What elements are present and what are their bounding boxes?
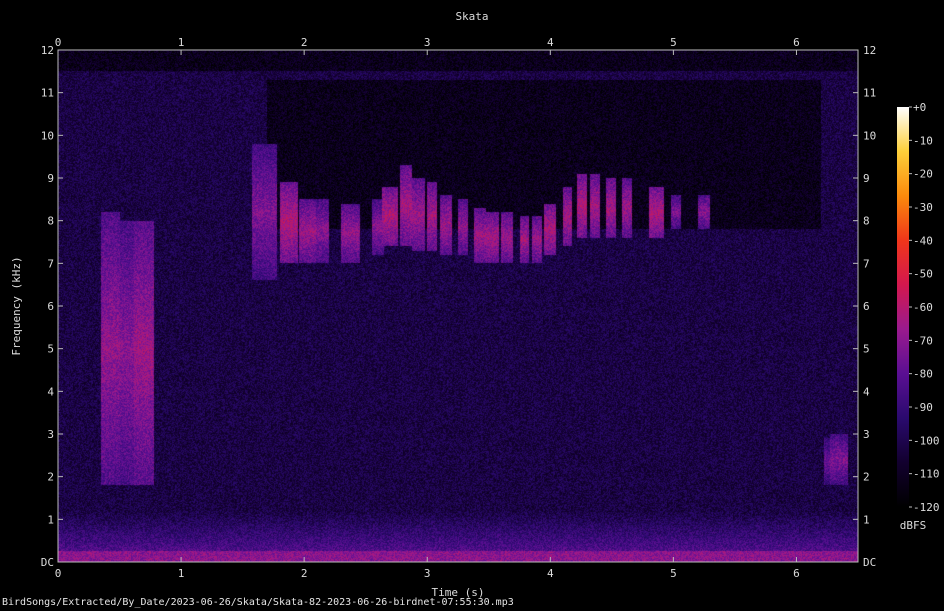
y-left-tick-label: 3 xyxy=(47,428,54,441)
y-right-tick-label: 4 xyxy=(863,385,870,398)
colorbar-tick-label: -30 xyxy=(913,201,933,214)
x-top-tick-label: 1 xyxy=(178,36,185,49)
file-path-caption: BirdSongs/Extracted/By_Date/2023-06-26/S… xyxy=(2,597,514,608)
y-right-tick-label: 8 xyxy=(863,215,870,228)
colorbar-tick-label: -60 xyxy=(913,301,933,314)
colorbar-tick-label: -100 xyxy=(913,434,940,447)
colorbar-tick-label: -120 xyxy=(913,501,940,514)
x-bottom-tick-label: 3 xyxy=(424,567,431,580)
y-left-tick-label: 5 xyxy=(47,343,54,356)
x-bottom-tick-label: 6 xyxy=(793,567,800,580)
colorbar-tick-label: -40 xyxy=(913,234,933,247)
colorbar-gradient xyxy=(897,107,909,507)
spectrogram-chart: Skata 0123456 0123456 DC123456789101112 … xyxy=(10,10,940,599)
y-right-tick-label: 11 xyxy=(863,87,876,100)
colorbar-unit-label: dBFS xyxy=(900,519,927,532)
x-bottom-tick-label: 4 xyxy=(547,567,554,580)
y-left-tick-label: 12 xyxy=(41,44,54,57)
y-right-tick-label: 6 xyxy=(863,300,870,313)
y-right-tick-label: 10 xyxy=(863,129,876,142)
y-left-tick-label: 11 xyxy=(41,87,54,100)
y-left-tick-label: 2 xyxy=(47,471,54,484)
y-right-tick-label: 3 xyxy=(863,428,870,441)
y-left-tick-label: 1 xyxy=(47,513,54,526)
colorbar: +0 -10 -20 -30 -40 -50 -60 -70 -80 -90 -100 -110 -12… xyxy=(897,101,940,532)
plot-area xyxy=(57,49,859,563)
y-right-tick-label: 12 xyxy=(863,44,876,57)
y-right-tick-label: 5 xyxy=(863,343,870,356)
colorbar-tick-label: -10 xyxy=(913,134,933,147)
x-top-tick-label: 0 xyxy=(55,36,62,49)
colorbar-tick-label: -90 xyxy=(913,401,933,414)
x-top-tick-label: 3 xyxy=(424,36,431,49)
colorbar-tick-label: -80 xyxy=(913,368,933,381)
y-left-tick-label: 7 xyxy=(47,257,54,270)
chart-title: Skata xyxy=(455,10,488,23)
x-top-tick-label: 4 xyxy=(547,36,554,49)
colorbar-tick-label: -50 xyxy=(913,268,933,281)
colorbar-tick-label: +0 xyxy=(913,101,926,114)
y-left-tick-label: 10 xyxy=(41,129,54,142)
y-right-tick-label: DC xyxy=(863,556,876,569)
colorbar-ticks: +0 -10 -20 -30 -40 -50 -60 -70 -80 -90 -100 -110 -12… xyxy=(909,101,940,514)
y-right-tick-label: 9 xyxy=(863,172,870,185)
x-bottom-tick-label: 5 xyxy=(670,567,677,580)
y-left-tick-label: 8 xyxy=(47,215,54,228)
y-right-tick-label: 1 xyxy=(863,513,870,526)
y-left-tick-label: DC xyxy=(41,556,54,569)
y-right-tick-label: 7 xyxy=(863,257,870,270)
x-bottom-tick-label: 2 xyxy=(301,567,308,580)
colorbar-tick-label: -70 xyxy=(913,334,933,347)
colorbar-tick-label: -20 xyxy=(913,168,933,181)
y-left-tick-label: 6 xyxy=(47,300,54,313)
x-top-tick-label: 5 xyxy=(670,36,677,49)
y-axis-label: Frequency (kHz) xyxy=(10,256,23,355)
y-right-tick-label: 2 xyxy=(863,471,870,484)
colorbar-tick-label: -110 xyxy=(913,468,940,481)
y-left-tick-label: 9 xyxy=(47,172,54,185)
x-bottom-tick-label: 1 xyxy=(178,567,185,580)
y-left-tick-label: 4 xyxy=(47,385,54,398)
x-top-tick-label: 6 xyxy=(793,36,800,49)
x-bottom-tick-label: 0 xyxy=(55,567,62,580)
x-top-tick-label: 2 xyxy=(301,36,308,49)
